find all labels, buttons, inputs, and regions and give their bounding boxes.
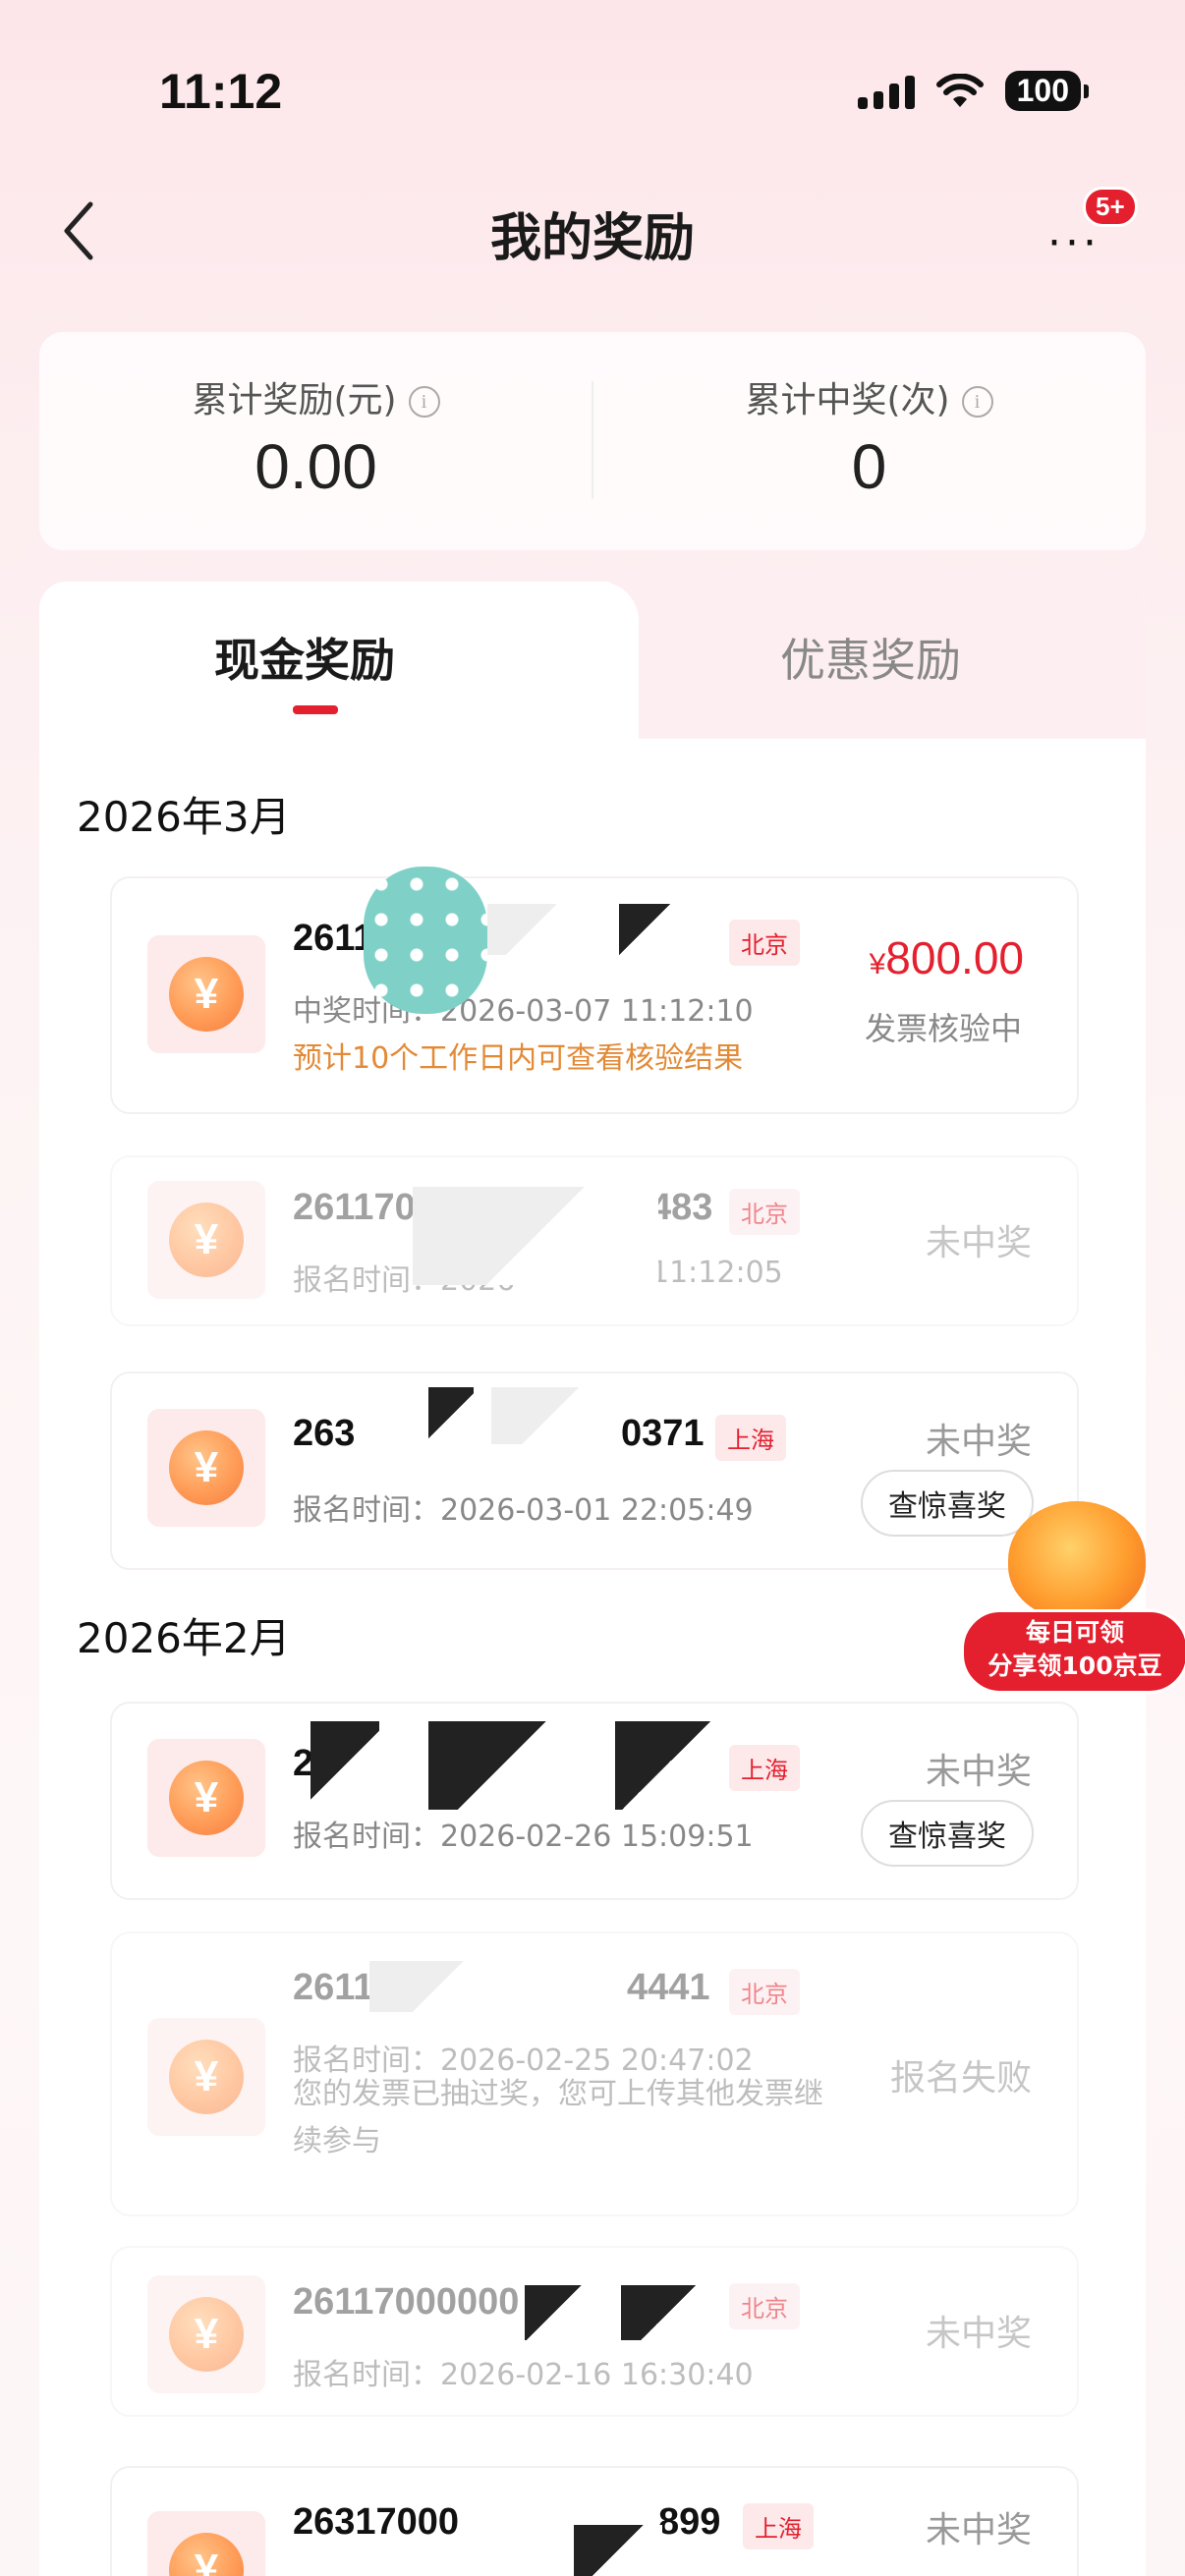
battery-icon: 100 <box>1004 71 1090 111</box>
invoice-number-tail: 483 <box>650 1187 713 1228</box>
record-status: 未中奖 <box>925 2314 1032 2354</box>
total-reward: 累计奖励(元) i 0.00 <box>39 371 592 503</box>
redaction <box>574 2525 662 2576</box>
city-tag: 上海 <box>715 1415 786 1461</box>
record-message: 您的发票已抽过奖，您可上传其他发票继续参与 <box>293 2077 823 2158</box>
invoice-number: 2611 <box>293 918 374 959</box>
redaction <box>310 1721 379 1810</box>
redaction <box>621 2285 715 2340</box>
yen-coin-icon: ¥ <box>169 2533 244 2576</box>
total-wins-label: 累计中奖(次) <box>745 380 950 420</box>
check-surprise-button[interactable]: 查惊喜奖 <box>861 1800 1034 1867</box>
screen: { "status_bar": {"time": "11:12", "batte… <box>0 0 1185 2576</box>
record-card[interactable]: ¥ 2611 北京 中奖时间：2026-03-07 11:12:10 预计10个… <box>110 876 1079 1114</box>
redaction <box>428 1721 576 1810</box>
summary-card: 累计奖励(元) i 0.00 累计中奖(次) i 0 <box>39 332 1146 550</box>
yen-symbol: ¥ <box>869 948 886 980</box>
invoice-number: 263 <box>293 1413 356 1454</box>
info-icon[interactable]: i <box>408 386 440 418</box>
yen-coin-icon: ¥ <box>169 1430 244 1505</box>
invoice-number-tail: 0371 <box>621 1413 705 1454</box>
status-icons: 100 <box>857 71 1090 111</box>
invoice-number: 26117000000 <box>293 2281 520 2323</box>
record-time: 报名时间：2026-03-01 22:05:49 <box>293 1493 754 1528</box>
city-tag: 北京 <box>729 1969 800 2015</box>
invoice-number-tail: 4441 <box>627 1967 710 2008</box>
verify-note: 预计10个工作日内可查看核验结果 <box>293 1041 744 1076</box>
redaction <box>428 1387 474 1444</box>
redaction <box>491 1387 609 1444</box>
tab-coupon-reward[interactable]: 优惠奖励 <box>780 625 961 690</box>
city-tag: 北京 <box>729 2283 800 2329</box>
yen-coin-icon: ¥ <box>169 1203 244 1277</box>
city-tag: 北京 <box>729 1189 800 1235</box>
invoice-number: 26317000 <box>293 2501 460 2543</box>
coin-icon-box: ¥ <box>147 2275 265 2393</box>
redaction <box>487 904 576 955</box>
record-status: 未中奖 <box>925 1422 1032 1462</box>
coin-icon-box: ¥ <box>147 1409 265 1527</box>
wifi-icon <box>935 73 984 107</box>
invoice-number: 261170 <box>293 1187 416 1228</box>
total-reward-value: 0.00 <box>254 431 377 502</box>
coin-icon-box: ¥ <box>147 2511 265 2576</box>
city-tag: 上海 <box>729 1745 800 1791</box>
record-card[interactable]: ¥ 26117000000 北京 报名时间：2026-02-16 16:30:4… <box>110 2246 1079 2417</box>
total-wins: 累计中奖(次) i 0 <box>592 371 1146 503</box>
redaction <box>525 2285 584 2340</box>
record-status: 未中奖 <box>925 1223 1032 1263</box>
month-heading: 2026年2月 <box>77 1614 291 1662</box>
redaction <box>619 904 670 955</box>
signal-icon <box>857 74 915 109</box>
tab-cash-reward[interactable]: 现金奖励 <box>214 625 395 690</box>
coin-icon-box: ¥ <box>147 1739 265 1857</box>
coin-icon-box: ¥ <box>147 2018 265 2136</box>
status-time: 11:12 <box>159 64 283 119</box>
reward-amount: ¥800.00 <box>870 931 1024 984</box>
record-status: 发票核验中 <box>864 1010 1022 1047</box>
record-time: 报名时间：2026-02-26 15:09:51 <box>293 1820 754 1854</box>
coin-icon-box: ¥ <box>147 935 265 1053</box>
month-heading: 2026年3月 <box>77 793 291 841</box>
tab-indicator <box>293 705 338 714</box>
promo-line1: 每日可领 <box>1025 1618 1124 1647</box>
redaction <box>369 1961 507 2012</box>
yen-coin-icon: ¥ <box>169 1761 244 1835</box>
record-status: 未中奖 <box>925 1752 1032 1792</box>
amount-value: 800.00 <box>885 932 1024 983</box>
yen-coin-icon: ¥ <box>169 957 244 1032</box>
invoice-number-tail: 899 <box>658 2501 721 2543</box>
yen-coin-icon: ¥ <box>169 2297 244 2372</box>
lucky-bag-icon <box>1008 1501 1146 1619</box>
record-time-tail: 11:12:05 <box>650 1256 783 1290</box>
daily-bean-promo[interactable]: 每日可领 分享领100京豆 <box>961 1501 1185 1698</box>
record-card[interactable]: ¥ 261170 4441 北京 报名时间：2026-02-25 20:47:0… <box>110 1932 1079 2216</box>
sticker-overlay <box>364 867 487 1014</box>
promo-label: 每日可领 分享领100京豆 <box>961 1609 1185 1694</box>
notification-badge: 5+ <box>1083 187 1138 227</box>
info-icon[interactable]: i <box>961 386 993 418</box>
record-time: 报名时间：2026-02-16 16:30:40 <box>293 2358 754 2392</box>
record-status: 报名失败 <box>889 2058 1032 2099</box>
promo-line2: 分享领100京豆 <box>988 1652 1162 1680</box>
record-card[interactable]: ¥ 2 上海 报名时间：2026-02-26 15:09:51 未中奖 查惊喜奖 <box>110 1702 1079 1900</box>
page-title: 我的奖励 <box>489 209 695 268</box>
total-reward-label: 累计奖励(元) <box>192 380 397 420</box>
redaction <box>413 1187 658 1285</box>
yen-coin-icon: ¥ <box>169 2040 244 2114</box>
city-tag: 北京 <box>729 920 800 966</box>
record-time: 中奖时间：2026-03-07 11:12:10 <box>293 994 754 1029</box>
total-wins-value: 0 <box>851 431 887 502</box>
city-tag: 上海 <box>743 2503 814 2549</box>
redaction <box>615 1721 717 1810</box>
more-icon[interactable]: ··· <box>1047 218 1100 268</box>
coin-icon-box: ¥ <box>147 1181 265 1299</box>
record-status: 未中奖 <box>925 2510 1032 2550</box>
